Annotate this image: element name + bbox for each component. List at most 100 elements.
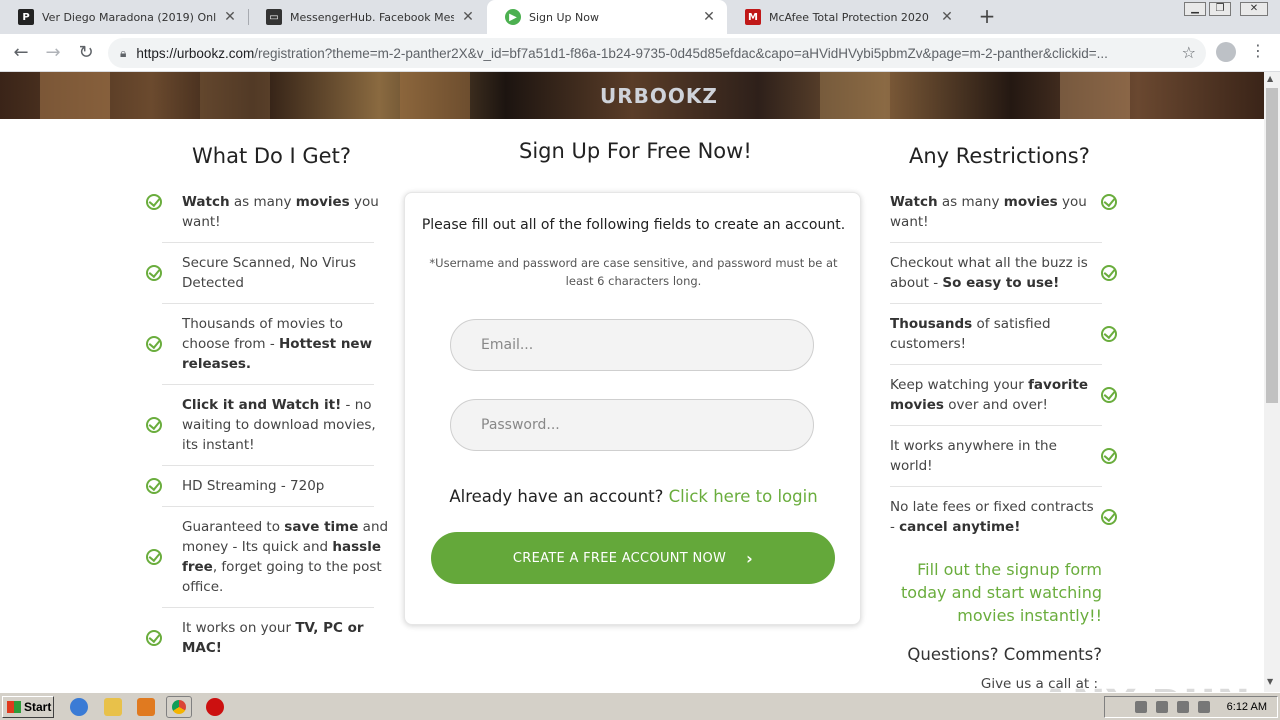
- back-arrow-icon[interactable]: ←: [10, 42, 32, 64]
- close-window-button[interactable]: ✕: [1240, 2, 1268, 16]
- banner-poster: [200, 72, 270, 119]
- feature-divider: [890, 364, 1102, 365]
- feature-divider: [162, 607, 374, 608]
- feature-item-text: It works on your TV, PC or MAC!: [182, 620, 364, 656]
- form-note: *Username and password are case sensitiv…: [429, 256, 838, 288]
- start-label: Start: [24, 700, 52, 714]
- feature-item-text: Checkout what all the buzz is about - So…: [890, 255, 1088, 291]
- check-circle-icon: [146, 549, 162, 565]
- check-circle-icon: [146, 630, 162, 646]
- questions-heading: Questions? Comments?: [907, 645, 1102, 664]
- play-icon: ▶: [505, 9, 521, 25]
- banner-poster: [1060, 72, 1130, 119]
- internet-explorer-icon[interactable]: [70, 698, 88, 716]
- feature-divider: [162, 506, 374, 507]
- check-circle-icon: [146, 478, 162, 494]
- site-logo[interactable]: URBOOKZ: [600, 84, 718, 108]
- anyrun-watermark: ANY RUN: [1040, 682, 1251, 692]
- check-circle-icon: [146, 265, 162, 281]
- tab-mcafee[interactable]: M McAfee Total Protection 2020 | Anti ✕: [727, 0, 965, 34]
- feature-divider: [890, 303, 1102, 304]
- start-button[interactable]: Start: [2, 696, 54, 718]
- feature-item-text: It works anywhere in the world!: [890, 438, 1057, 474]
- password-field[interactable]: [450, 399, 814, 451]
- new-tab-button[interactable]: +: [976, 5, 998, 27]
- tray-speaker-icon[interactable]: [1155, 701, 1168, 713]
- lock-icon: 🔒︎: [120, 45, 127, 60]
- create-account-button[interactable]: CREATE A FREE ACCOUNT NOW ›: [431, 532, 835, 584]
- check-circle-icon: [146, 194, 162, 210]
- tray-network-icon[interactable]: [1176, 701, 1189, 713]
- feature-item-text: Keep watching your favorite movies over …: [890, 377, 1089, 413]
- feature-divider: [890, 242, 1102, 243]
- url-path: /registration?theme=m-2-panther2X&v_id=b…: [254, 45, 1108, 61]
- check-circle-icon: [1101, 448, 1117, 464]
- check-circle-icon: [1101, 387, 1117, 403]
- tray-flag-icon[interactable]: [1197, 701, 1210, 713]
- close-tab-icon[interactable]: ✕: [939, 9, 955, 25]
- feature-divider: [890, 425, 1102, 426]
- check-circle-icon: [1101, 194, 1117, 210]
- url-host: https://urbookz.com: [136, 45, 255, 61]
- feature-item-text: Thousands of satisfied customers!: [890, 316, 1051, 352]
- scroll-up-arrow-icon[interactable]: ▲: [1267, 74, 1273, 83]
- p-favicon-icon: P: [18, 9, 34, 25]
- windows-logo-icon: [7, 701, 21, 713]
- login-link[interactable]: Click here to login: [669, 487, 818, 506]
- tab-sign-up-now[interactable]: ▶ Sign Up Now ✕: [487, 0, 727, 34]
- url-text[interactable]: https://urbookz.com/registration?theme=m…: [136, 46, 1156, 61]
- scroll-down-arrow-icon[interactable]: ▼: [1267, 677, 1273, 686]
- kebab-menu-icon[interactable]: ⋮: [1250, 41, 1266, 60]
- tab-title: McAfee Total Protection 2020 | Anti: [769, 10, 933, 24]
- minimize-button[interactable]: ▁: [1184, 2, 1206, 16]
- warning-icon[interactable]: [206, 698, 224, 716]
- tray-arrow-icon[interactable]: [1134, 701, 1147, 713]
- windows-taskbar: Start 6:12 AM: [0, 692, 1280, 720]
- forward-arrow-icon[interactable]: →: [42, 42, 64, 64]
- clock: 6:12 AM: [1226, 701, 1267, 713]
- chrome-taskbar-button[interactable]: [166, 696, 192, 718]
- email-field[interactable]: [450, 319, 814, 371]
- page-scrollbar[interactable]: ▲ ▼: [1264, 72, 1280, 692]
- scrollbar-thumb[interactable]: [1266, 88, 1278, 403]
- tab-title: Ver Diego Maradona (2019) Online L: [42, 10, 216, 24]
- page-content: URBOOKZ What Do I Get? Watch as many mov…: [0, 72, 1264, 692]
- close-tab-icon[interactable]: ✕: [460, 9, 476, 25]
- feature-divider: [162, 242, 374, 243]
- movie-banner: URBOOKZ: [0, 72, 1264, 119]
- reload-icon[interactable]: ↻: [75, 42, 97, 64]
- page-title: Sign Up For Free Now!: [519, 139, 752, 163]
- login-prompt: Already have an account?: [449, 487, 664, 506]
- profile-avatar-icon[interactable]: [1216, 42, 1236, 62]
- close-tab-icon[interactable]: ✕: [222, 9, 238, 25]
- feature-divider: [162, 384, 374, 385]
- folder-icon[interactable]: [104, 698, 122, 716]
- chrome-icon: [172, 700, 186, 714]
- tab-maradona[interactable]: P Ver Diego Maradona (2019) Online L ✕: [0, 0, 248, 34]
- tab-title: Sign Up Now: [529, 10, 599, 24]
- feature-item-text: No late fees or fixed contracts - cancel…: [890, 499, 1094, 535]
- banner-poster: [400, 72, 470, 119]
- mcafee-shield-icon: M: [745, 9, 761, 25]
- system-tray: 6:12 AM: [1104, 696, 1278, 718]
- banner-poster: [40, 72, 110, 119]
- media-player-icon[interactable]: [137, 698, 155, 716]
- feature-divider: [162, 465, 374, 466]
- close-tab-icon[interactable]: ✕: [701, 9, 717, 25]
- login-prompt-line: Already have an account? Click here to l…: [405, 487, 862, 506]
- feature-item-text: Thousands of movies to choose from - Hot…: [182, 316, 373, 372]
- address-bar[interactable]: 🔒︎ https://urbookz.com/registration?them…: [108, 38, 1206, 68]
- feature-item-text: Secure Scanned, No Virus Detected: [182, 255, 357, 291]
- form-instructions: Please fill out all of the following fie…: [421, 217, 846, 233]
- create-account-label: CREATE A FREE ACCOUNT NOW: [512, 550, 727, 566]
- chevron-right-icon: ›: [746, 548, 754, 568]
- check-circle-icon: [146, 417, 162, 433]
- tab-messengerhub[interactable]: ▭ MessengerHub. Facebook Messenge ✕: [248, 0, 486, 34]
- feature-item-text: Guaranteed to save time and money - Its …: [182, 519, 389, 595]
- check-circle-icon: [1101, 326, 1117, 342]
- signup-call-to-action: Fill out the signup form today and start…: [901, 560, 1102, 625]
- feature-item-text: Watch as many movies you want!: [182, 194, 379, 230]
- restore-button[interactable]: ❐: [1209, 2, 1231, 16]
- feature-item-text: Click it and Watch it! - no waiting to d…: [182, 397, 376, 453]
- bookmark-star-icon[interactable]: ☆: [1182, 43, 1196, 62]
